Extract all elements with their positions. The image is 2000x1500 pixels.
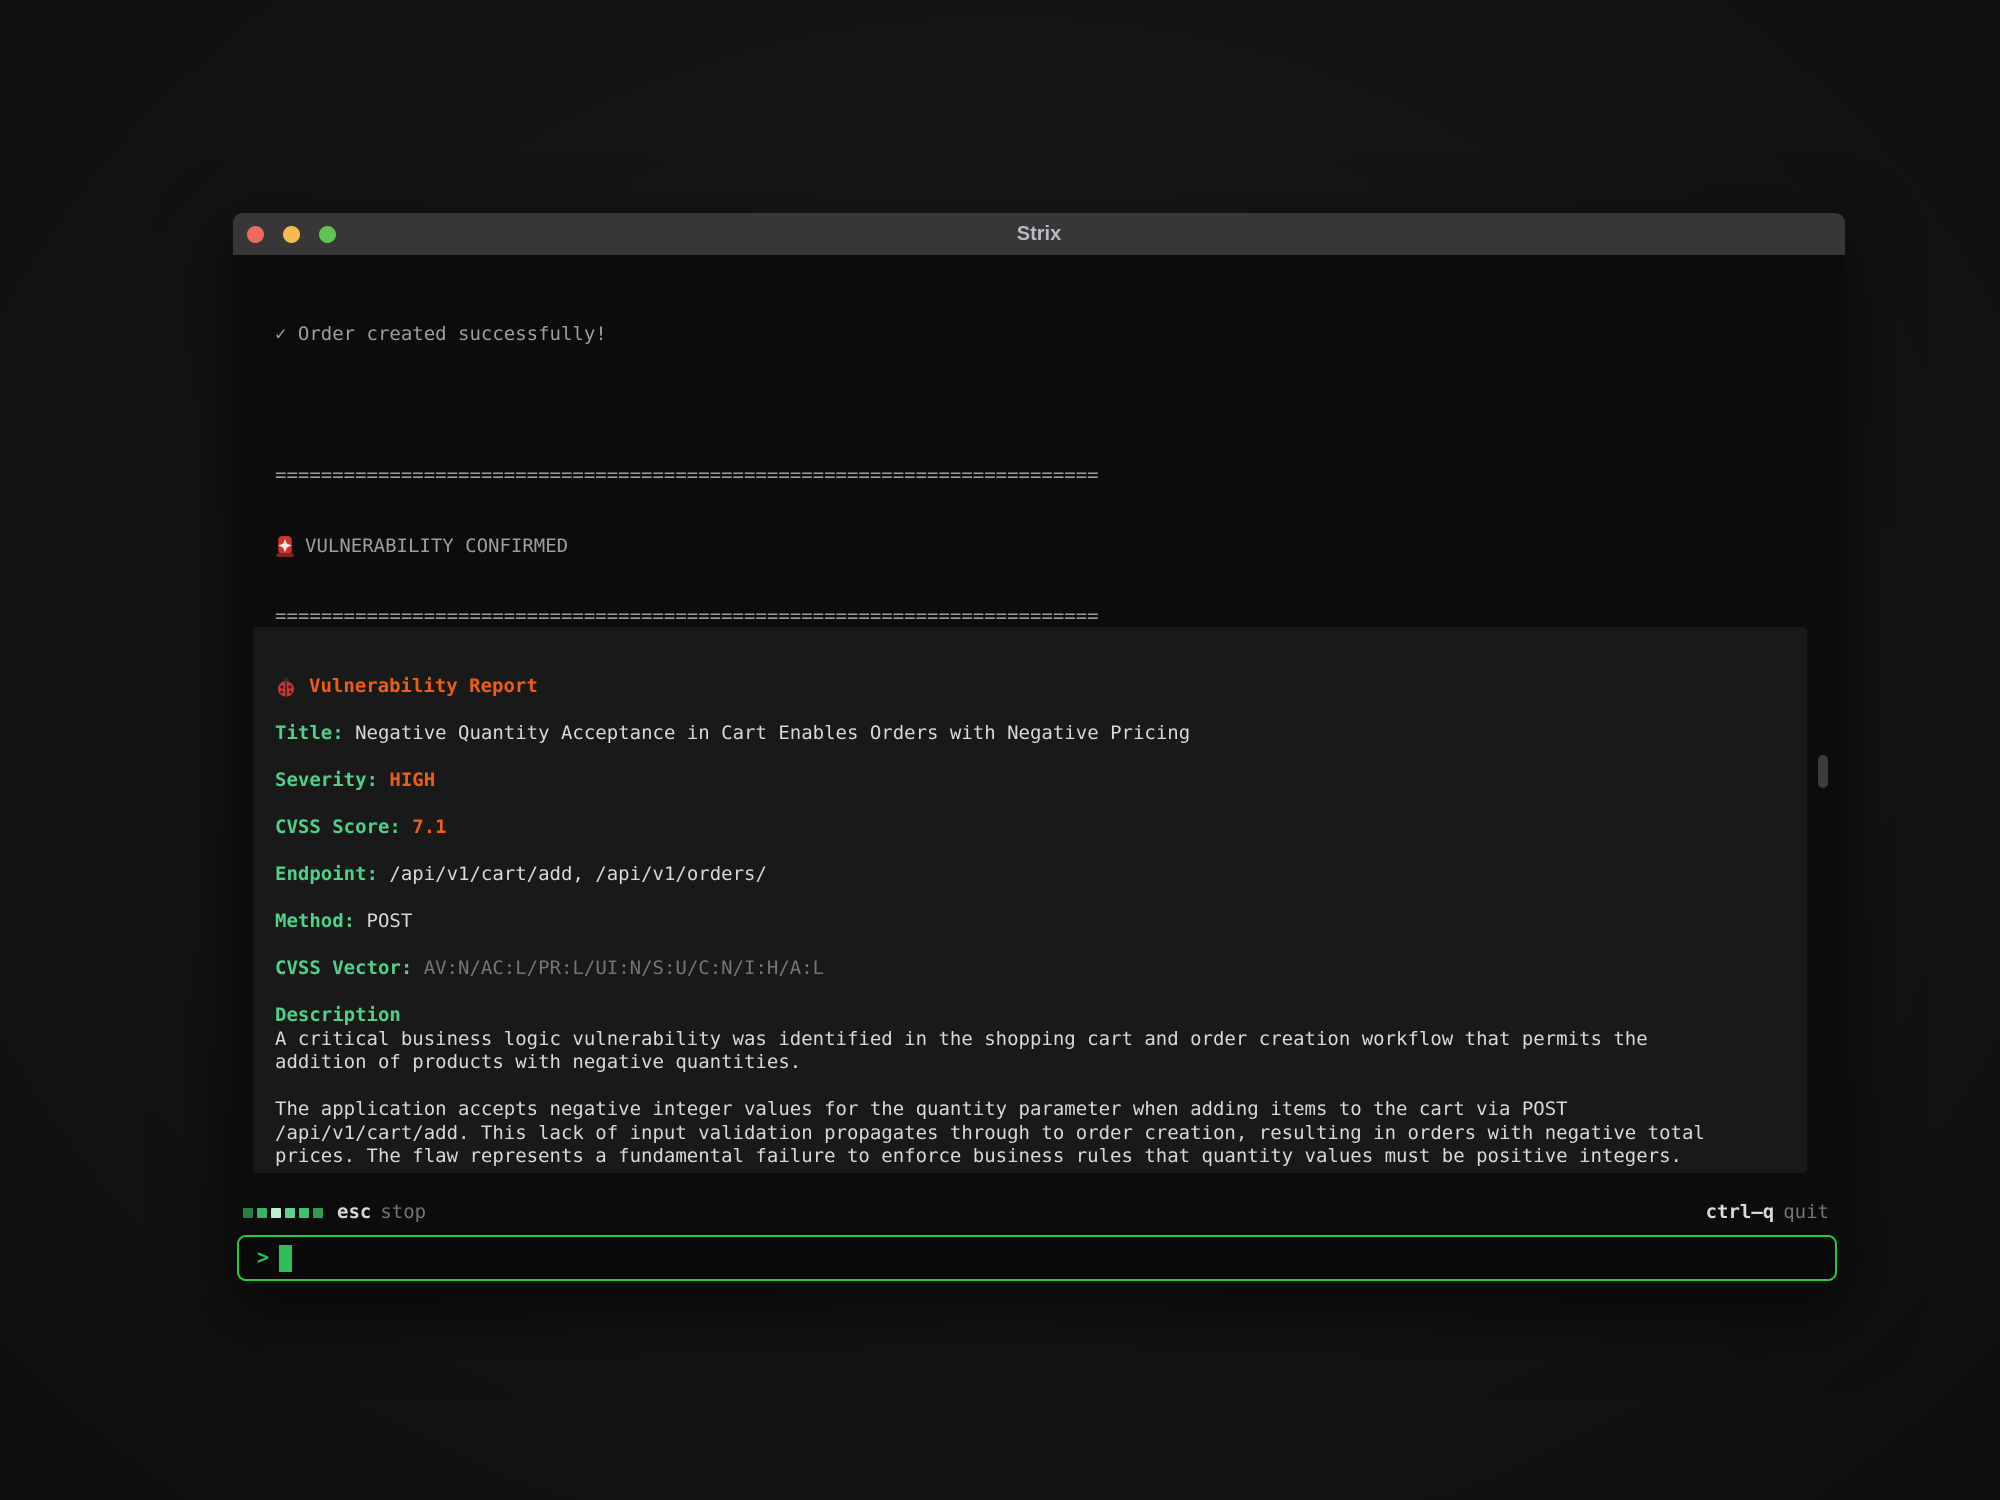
spinner-cell [313,1208,323,1218]
text-cursor [279,1245,292,1272]
severity-label: Severity: [275,769,378,791]
vulnerability-report-panel: Vulnerability Report Title: Negative Qua… [253,627,1807,1173]
siren-icon [275,535,295,558]
severity-value: HIGH [389,769,435,791]
bug-icon [275,676,297,698]
method-label: Method: [275,910,355,932]
cvss-vector-label: CVSS Vector: [275,957,412,979]
report-method-row: Method: POST [275,910,1785,934]
vulnerability-confirmed-line: VULNERABILITY CONFIRMED [275,535,1099,559]
title-label: Title: [275,722,344,744]
endpoint-label: Endpoint: [275,863,378,885]
description-line: The application accepts negative integer… [275,1098,1785,1122]
cvss-score-label: CVSS Score: [275,816,401,838]
quit-key-hint: ctrl–q [1706,1201,1775,1225]
terminal-content: ✓ Order created successfully! ==========… [233,255,1845,1288]
scrollbar-thumb[interactable] [1818,755,1828,788]
report-title-row: Title: Negative Quantity Acceptance in C… [275,722,1785,746]
titlebar: Strix [233,213,1845,255]
report-heading: Vulnerability Report [275,675,1785,699]
terminal-window: Strix ✓ Order created successfully! ====… [233,213,1845,1288]
report-cvss-score-row: CVSS Score: 7.1 [275,816,1785,840]
status-bar: esc stop ctrl–q quit [233,1201,1845,1225]
spinner-cell [243,1208,253,1218]
description-line: /api/v1/cart/add. This lack of input val… [275,1122,1785,1146]
separator-line: ========================================… [275,464,1099,488]
vulnerability-confirmed-label: VULNERABILITY CONFIRMED [305,535,568,559]
quit-action-label: quit [1783,1201,1829,1225]
spinner-cell [257,1208,267,1218]
spinner-cell [271,1208,281,1218]
spinner-cell [299,1208,309,1218]
method-value: POST [367,910,413,932]
description-heading: Description [275,1004,1785,1028]
cvss-score-value: 7.1 [412,816,446,838]
report-severity-row: Severity: HIGH [275,769,1785,793]
separator-line: ========================================… [275,605,1099,629]
description-line: prices. The flaw represents a fundamenta… [275,1145,1785,1169]
cvss-vector-value: AV:N/AC:L/PR:L/UI:N/S:U/C:N/I:H/A:L [424,957,824,979]
esc-action-label: stop [380,1201,426,1225]
endpoint-value: /api/v1/cart/add, /api/v1/orders/ [389,863,767,885]
report-cvss-vector-row: CVSS Vector: AV:N/AC:L/PR:L/UI:N/S:U/C:N… [275,957,1785,981]
order-success-line: ✓ Order created successfully! [275,323,1099,347]
command-input[interactable]: > [237,1235,1837,1281]
description-line: A critical business logic vulnerability … [275,1028,1785,1052]
prompt-symbol: > [257,1246,269,1270]
report-endpoint-row: Endpoint: /api/v1/cart/add, /api/v1/orde… [275,863,1785,887]
description-line: addition of products with negative quant… [275,1051,1785,1075]
spinner-icon [243,1208,323,1218]
esc-key-hint: esc [337,1201,371,1225]
title-value: Negative Quantity Acceptance in Cart Ena… [355,722,1190,744]
report-heading-label: Vulnerability Report [309,675,538,699]
window-title: Strix [233,223,1845,246]
spinner-cell [285,1208,295,1218]
